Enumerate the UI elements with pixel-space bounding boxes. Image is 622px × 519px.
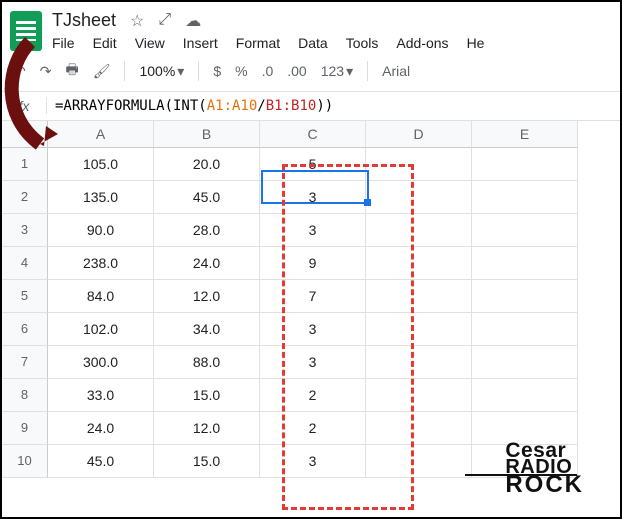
font-dropdown[interactable]: Arial xyxy=(382,63,410,79)
cell[interactable]: 20.0 xyxy=(154,148,260,181)
chevron-down-icon: ▾ xyxy=(346,63,353,80)
row-header[interactable]: 2 xyxy=(2,181,48,214)
decrease-decimal-button[interactable]: .0 xyxy=(262,63,274,79)
menu-data[interactable]: Data xyxy=(298,35,328,51)
row-header[interactable]: 9 xyxy=(2,412,48,445)
cell[interactable]: 3 xyxy=(260,214,366,247)
menu-view[interactable]: View xyxy=(135,35,165,51)
toolbar: ↶ ↷ 🖶 🖌 100%▾ $ % .0 .00 123▾ Arial xyxy=(2,51,620,92)
column-header[interactable]: D xyxy=(366,121,472,148)
row-header[interactable]: 3 xyxy=(2,214,48,247)
cell[interactable]: 34.0 xyxy=(154,313,260,346)
cell[interactable]: 45.0 xyxy=(48,445,154,478)
currency-button[interactable]: $ xyxy=(213,63,221,79)
row-header[interactable]: 5 xyxy=(2,280,48,313)
cell[interactable]: 15.0 xyxy=(154,445,260,478)
spreadsheet-grid[interactable]: ABCDE1105.020.052135.045.03390.028.03423… xyxy=(2,121,620,478)
move-icon[interactable]: ⤢ xyxy=(158,11,171,31)
cell[interactable] xyxy=(472,313,578,346)
cell[interactable] xyxy=(472,214,578,247)
cell[interactable]: 3 xyxy=(260,445,366,478)
chevron-down-icon: ▾ xyxy=(177,63,184,80)
menubar: File Edit View Insert Format Data Tools … xyxy=(52,35,612,51)
cell[interactable]: 300.0 xyxy=(48,346,154,379)
cell[interactable]: 102.0 xyxy=(48,313,154,346)
cell[interactable]: 2 xyxy=(260,379,366,412)
column-header[interactable]: E xyxy=(472,121,578,148)
select-all-corner[interactable] xyxy=(2,121,48,148)
menu-insert[interactable]: Insert xyxy=(183,35,218,51)
column-header[interactable]: A xyxy=(48,121,154,148)
menu-edit[interactable]: Edit xyxy=(93,35,117,51)
cell[interactable]: 238.0 xyxy=(48,247,154,280)
cell[interactable]: 5 xyxy=(260,148,366,181)
row-header[interactable]: 1 xyxy=(2,148,48,181)
cell[interactable]: 105.0 xyxy=(48,148,154,181)
cell[interactable] xyxy=(366,379,472,412)
star-icon[interactable]: ☆ xyxy=(130,11,144,31)
row-header[interactable]: 10 xyxy=(2,445,48,478)
cell[interactable]: 2 xyxy=(260,412,366,445)
cloud-status-icon[interactable]: ☁ xyxy=(185,11,201,31)
percent-button[interactable]: % xyxy=(235,63,247,79)
cell[interactable]: 15.0 xyxy=(154,379,260,412)
row-header[interactable]: 4 xyxy=(2,247,48,280)
cell[interactable] xyxy=(472,280,578,313)
menu-file[interactable]: File xyxy=(52,35,75,51)
row-header[interactable]: 8 xyxy=(2,379,48,412)
increase-decimal-button[interactable]: .00 xyxy=(287,63,306,79)
undo-icon[interactable]: ↶ xyxy=(14,63,26,80)
cell[interactable]: 88.0 xyxy=(154,346,260,379)
cell[interactable]: 3 xyxy=(260,346,366,379)
print-icon[interactable]: 🖶 xyxy=(65,59,78,83)
cell[interactable]: 135.0 xyxy=(48,181,154,214)
fx-label: fx xyxy=(2,98,47,114)
column-header[interactable]: B xyxy=(154,121,260,148)
cell[interactable]: 9 xyxy=(260,247,366,280)
paint-format-icon[interactable]: 🖌 xyxy=(93,63,111,80)
cell[interactable] xyxy=(366,247,472,280)
cell[interactable] xyxy=(472,247,578,280)
row-header[interactable]: 6 xyxy=(2,313,48,346)
menu-addons[interactable]: Add-ons xyxy=(396,35,448,51)
cell[interactable] xyxy=(366,148,472,181)
cell[interactable]: 84.0 xyxy=(48,280,154,313)
more-formats-dropdown[interactable]: 123 xyxy=(321,63,344,79)
cell[interactable] xyxy=(472,346,578,379)
cell[interactable]: 7 xyxy=(260,280,366,313)
cell[interactable]: 90.0 xyxy=(48,214,154,247)
cell[interactable]: 24.0 xyxy=(154,247,260,280)
cell[interactable] xyxy=(366,346,472,379)
document-title[interactable]: TJsheet xyxy=(52,10,116,31)
cell[interactable]: 12.0 xyxy=(154,280,260,313)
zoom-dropdown[interactable]: 100% xyxy=(139,63,175,79)
menu-format[interactable]: Format xyxy=(236,35,280,51)
cell[interactable]: 3 xyxy=(260,181,366,214)
cell[interactable] xyxy=(366,280,472,313)
row-header[interactable]: 7 xyxy=(2,346,48,379)
cell[interactable] xyxy=(366,445,472,478)
cell[interactable] xyxy=(366,181,472,214)
cell[interactable] xyxy=(366,313,472,346)
cell[interactable] xyxy=(472,379,578,412)
cell[interactable] xyxy=(472,181,578,214)
sheets-logo-icon xyxy=(10,11,42,51)
redo-icon[interactable]: ↷ xyxy=(40,63,52,80)
menu-tools[interactable]: Tools xyxy=(346,35,379,51)
cell[interactable]: 12.0 xyxy=(154,412,260,445)
formula-input[interactable]: =ARRAYFORMULA(INT(A1:A10/B1:B10)) xyxy=(47,98,341,114)
cell[interactable]: 24.0 xyxy=(48,412,154,445)
cell[interactable]: 28.0 xyxy=(154,214,260,247)
cell[interactable]: 33.0 xyxy=(48,379,154,412)
menu-help[interactable]: He xyxy=(467,35,485,51)
cell[interactable] xyxy=(366,412,472,445)
cell[interactable] xyxy=(366,214,472,247)
cell[interactable]: 3 xyxy=(260,313,366,346)
column-header[interactable]: C xyxy=(260,121,366,148)
cell[interactable] xyxy=(472,148,578,181)
cell[interactable]: 45.0 xyxy=(154,181,260,214)
watermark: Cesar RADIO ROCK xyxy=(505,442,584,493)
